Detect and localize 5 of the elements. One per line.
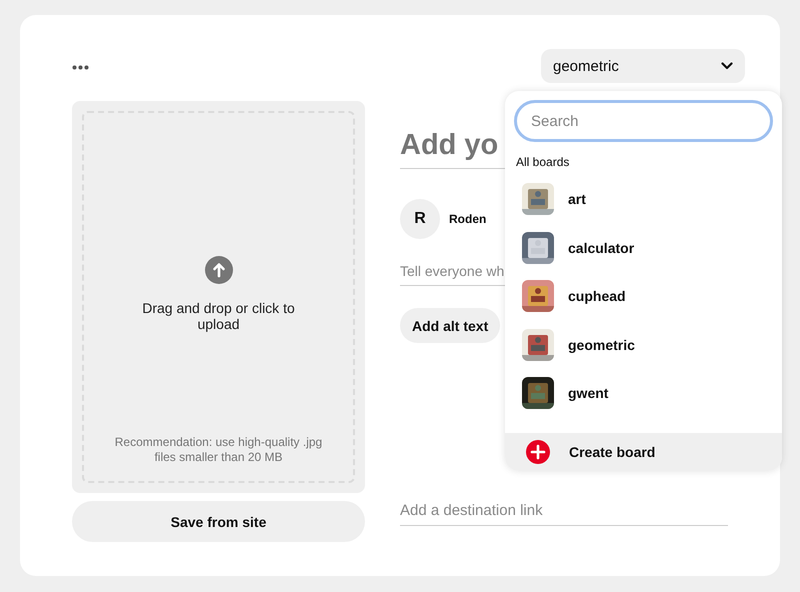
user-name: Roden: [449, 212, 486, 226]
section-label: All boards: [516, 155, 570, 169]
upload-prompt: Drag and drop or click to upload: [141, 300, 296, 332]
avatar: R: [400, 199, 440, 239]
upload-recommendation: Recommendation: use high-quality .jpg files smaller than 20 MB: [114, 435, 324, 465]
